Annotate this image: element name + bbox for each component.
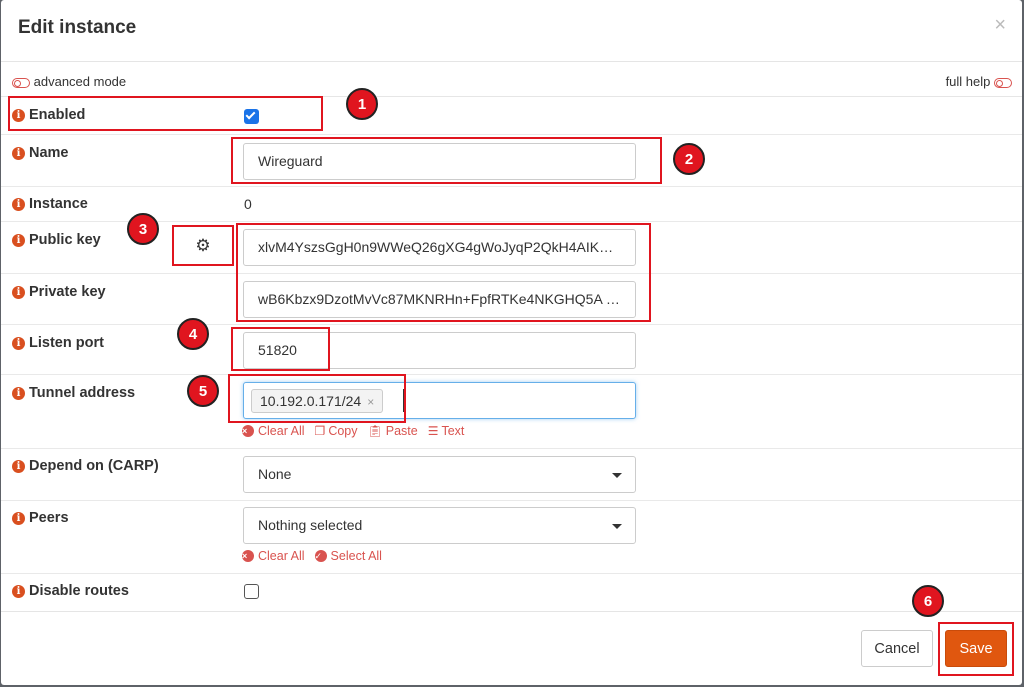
paste-icon: 📋︎ [367, 424, 383, 438]
instance-label-text: Instance [29, 196, 88, 212]
toggle-icon [994, 77, 1012, 88]
annotation-box-gear [172, 225, 234, 266]
depend-on-label: i Depend on (CARP) [12, 458, 159, 474]
row-depend-on: i Depend on (CARP) None [1, 449, 1022, 501]
peers-value: Nothing selected [258, 517, 363, 533]
disable-routes-label-text: Disable routes [29, 583, 129, 599]
info-icon[interactable]: i [12, 233, 25, 247]
toggle-icon [12, 77, 30, 88]
depend-on-label-text: Depend on (CARP) [29, 458, 159, 474]
edit-instance-dialog: Edit instance × advanced mode full help … [1, 0, 1022, 685]
info-icon[interactable]: i [12, 197, 25, 211]
caret-down-icon [612, 473, 622, 478]
tunnel-address-label-text: Tunnel address [29, 385, 136, 401]
annotation-box-name [231, 137, 662, 184]
advanced-mode-toggle[interactable]: advanced mode [12, 74, 126, 89]
copy-link[interactable]: ❐ Copy [315, 424, 358, 438]
info-icon[interactable]: i [12, 386, 25, 400]
annotation-box-listen-port [231, 327, 330, 371]
info-icon[interactable]: i [12, 336, 25, 350]
annotation-badge-1: 1 [346, 88, 378, 120]
instance-value: 0 [244, 196, 252, 212]
annotation-badge-5: 5 [187, 375, 219, 407]
info-icon[interactable]: i [12, 459, 25, 473]
annotation-box-tunnel-address [228, 374, 406, 423]
clear-icon: × [242, 550, 254, 562]
text-file-icon: ☰ [427, 424, 439, 438]
listen-port-label: i Listen port [12, 335, 104, 351]
cancel-button[interactable]: Cancel [861, 630, 933, 667]
info-icon[interactable]: i [12, 511, 25, 525]
private-key-label-text: Private key [29, 284, 106, 300]
depend-on-select[interactable]: None [243, 456, 636, 493]
peers-label-text: Peers [29, 510, 69, 526]
caret-down-icon [612, 524, 622, 529]
select-all-link[interactable]: ✓ Select All [314, 549, 382, 563]
full-help-label: full help [945, 74, 991, 89]
instance-label: i Instance [12, 196, 88, 212]
depend-on-value: None [258, 466, 292, 482]
row-disable-routes: i Disable routes [1, 574, 1022, 611]
tunnel-address-actions: × Clear All ❐ Copy 📋︎ Paste ☰ Text [242, 424, 464, 438]
annotation-badge-2: 2 [673, 143, 705, 175]
annotation-box-save [938, 622, 1014, 676]
public-key-label: i Public key [12, 232, 101, 248]
name-label-text: Name [29, 145, 69, 161]
info-icon[interactable]: i [12, 146, 25, 160]
close-icon[interactable]: × [994, 14, 1006, 37]
paste-link[interactable]: 📋︎ Paste [368, 424, 418, 438]
annotation-box-enabled [8, 96, 323, 131]
row-peers: i Peers Nothing selected × Clear All ✓ Sel… [1, 501, 1022, 574]
peers-actions: × Clear All ✓ Select All [242, 549, 382, 563]
peers-label: i Peers [12, 510, 69, 526]
info-icon[interactable]: i [12, 285, 25, 299]
text-link[interactable]: ☰ Text [428, 424, 465, 438]
listen-port-label-text: Listen port [29, 335, 104, 351]
dialog-title: Edit instance [18, 17, 137, 38]
check-circle-icon: ✓ [314, 550, 327, 562]
clear-all-link[interactable]: × Clear All [242, 549, 305, 563]
info-icon[interactable]: i [12, 584, 25, 598]
copy-icon: ❐ [314, 424, 326, 438]
peers-select[interactable]: Nothing selected [243, 507, 636, 544]
annotation-badge-4: 4 [177, 318, 209, 350]
clear-icon: × [242, 425, 254, 437]
disable-routes-label: i Disable routes [12, 583, 129, 599]
annotation-badge-3: 3 [127, 213, 159, 245]
clear-all-link[interactable]: × Clear All [242, 424, 305, 438]
row-listen-port: i Listen port 51820 [1, 325, 1022, 375]
advanced-mode-label: advanced mode [33, 74, 127, 89]
row-tunnel-address: i Tunnel address 10.192.0.171/24 × × Clear… [1, 375, 1022, 449]
tunnel-address-label: i Tunnel address [12, 385, 135, 401]
private-key-label: i Private key [12, 284, 106, 300]
dialog-header: Edit instance × [1, 0, 1022, 62]
name-label: i Name [12, 145, 69, 161]
help-toolbar: advanced mode full help [1, 63, 1022, 97]
public-key-label-text: Public key [29, 232, 101, 248]
annotation-box-keys [236, 223, 651, 322]
disable-routes-checkbox[interactable] [244, 584, 259, 599]
full-help-toggle[interactable]: full help [946, 74, 1012, 89]
annotation-badge-6: 6 [912, 585, 944, 617]
